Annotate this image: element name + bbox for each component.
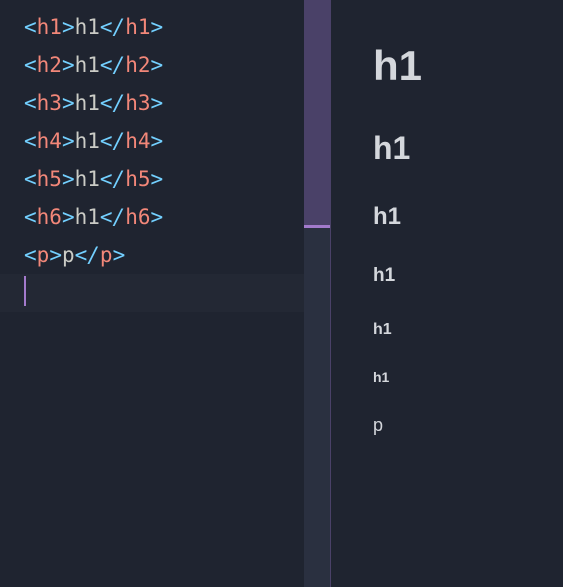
- tag-name: p: [100, 243, 113, 267]
- code-line-1[interactable]: <h1>h1</h1>: [24, 8, 330, 46]
- angle-bracket-close-icon: >: [151, 167, 164, 191]
- angle-bracket-open-icon: <: [24, 53, 37, 77]
- code-editor-pane[interactable]: <h1>h1</h1> <h2>h1</h2> <h3>h1</h3> <h4>…: [0, 0, 330, 587]
- angle-bracket-open-icon: <: [24, 205, 37, 229]
- code-line-3[interactable]: <h3>h1</h3>: [24, 84, 330, 122]
- preview-heading-1: h1: [373, 42, 563, 90]
- angle-bracket-open-icon: <: [24, 167, 37, 191]
- tag-name: h1: [125, 15, 150, 39]
- tag-name: h2: [125, 53, 150, 77]
- preview-heading-2: h1: [373, 130, 563, 167]
- tag-name: h4: [125, 129, 150, 153]
- tag-name: h3: [125, 91, 150, 115]
- angle-bracket-close-icon: >: [62, 129, 75, 153]
- angle-bracket-open-slash-icon: </: [100, 53, 125, 77]
- preview-paragraph: p: [373, 415, 563, 436]
- tag-name: h5: [37, 167, 62, 191]
- angle-bracket-open-icon: <: [24, 91, 37, 115]
- angle-bracket-close-icon: >: [49, 243, 62, 267]
- tag-content: p: [62, 243, 75, 267]
- angle-bracket-close-icon: >: [151, 129, 164, 153]
- code-line-4[interactable]: <h4>h1</h4>: [24, 122, 330, 160]
- preview-heading-3: h1: [373, 203, 563, 231]
- preview-heading-5: h1: [373, 321, 563, 339]
- preview-pane: h1 h1 h1 h1 h1 h1 p: [330, 0, 563, 587]
- text-cursor-icon: [24, 276, 26, 306]
- angle-bracket-close-icon: >: [62, 53, 75, 77]
- code-line-7[interactable]: <p>p</p>: [24, 236, 330, 274]
- angle-bracket-open-slash-icon: </: [100, 167, 125, 191]
- angle-bracket-close-icon: >: [151, 91, 164, 115]
- angle-bracket-close-icon: >: [151, 205, 164, 229]
- tag-content: h1: [75, 91, 100, 115]
- code-line-2[interactable]: <h2>h1</h2>: [24, 46, 330, 84]
- scrollbar-cursor-mark-icon: [304, 225, 330, 228]
- angle-bracket-open-icon: <: [24, 15, 37, 39]
- angle-bracket-close-icon: >: [62, 205, 75, 229]
- tag-content: h1: [75, 167, 100, 191]
- angle-bracket-open-slash-icon: </: [100, 15, 125, 39]
- tag-name: h1: [37, 15, 62, 39]
- angle-bracket-open-icon: <: [24, 243, 37, 267]
- tag-name: h6: [125, 205, 150, 229]
- tag-name: h3: [37, 91, 62, 115]
- angle-bracket-close-icon: >: [151, 15, 164, 39]
- preview-heading-6: h1: [373, 369, 563, 385]
- angle-bracket-open-icon: <: [24, 129, 37, 153]
- tag-name: h4: [37, 129, 62, 153]
- tag-name: h6: [37, 205, 62, 229]
- vertical-scrollbar-thumb[interactable]: [304, 0, 330, 228]
- tag-name: p: [37, 243, 50, 267]
- tag-content: h1: [75, 53, 100, 77]
- tag-content: h1: [75, 129, 100, 153]
- angle-bracket-open-slash-icon: </: [100, 129, 125, 153]
- tag-name: h2: [37, 53, 62, 77]
- angle-bracket-close-icon: >: [151, 53, 164, 77]
- angle-bracket-open-slash-icon: </: [75, 243, 100, 267]
- code-line-6[interactable]: <h6>h1</h6>: [24, 198, 330, 236]
- code-line-5[interactable]: <h5>h1</h5>: [24, 160, 330, 198]
- angle-bracket-close-icon: >: [62, 15, 75, 39]
- tag-content: h1: [75, 205, 100, 229]
- tag-name: h5: [125, 167, 150, 191]
- angle-bracket-close-icon: >: [62, 167, 75, 191]
- preview-heading-4: h1: [373, 265, 563, 287]
- angle-bracket-close-icon: >: [113, 243, 126, 267]
- vertical-scrollbar-track[interactable]: [304, 0, 330, 587]
- tag-content: h1: [75, 15, 100, 39]
- angle-bracket-open-slash-icon: </: [100, 205, 125, 229]
- active-line[interactable]: [0, 274, 330, 312]
- angle-bracket-close-icon: >: [62, 91, 75, 115]
- angle-bracket-open-slash-icon: </: [100, 91, 125, 115]
